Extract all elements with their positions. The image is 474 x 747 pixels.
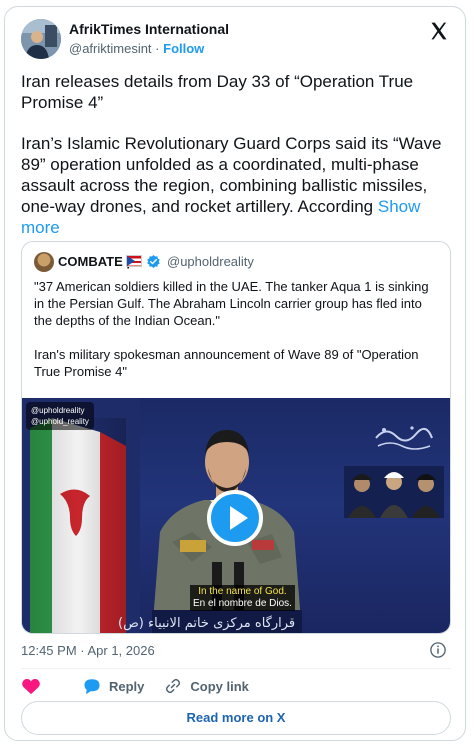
author-avatar[interactable] [21, 19, 61, 59]
follow-button[interactable]: Follow [163, 41, 204, 56]
tweet-card: AfrikTimes International @afriktimesint … [4, 6, 466, 741]
info-icon[interactable] [429, 641, 447, 659]
play-icon[interactable] [207, 490, 263, 546]
quoted-author-name[interactable]: COMBATE | [58, 254, 130, 269]
quoted-handle[interactable]: @upholdreality [167, 254, 254, 269]
tweet-text: Iran releases details from Day 33 of “Op… [21, 71, 451, 258]
tweet-paragraph: Iran’s Islamic Revolutionary Guard Corps… [21, 134, 442, 237]
video-thumbnail[interactable]: @upholdreality @uphold_reality قرارگاه م… [22, 398, 450, 633]
quoted-text: "37 American soldiers killed in the UAE.… [34, 278, 442, 397]
quoted-paragraph: "37 American soldiers killed in the UAE.… [34, 279, 429, 328]
separator: · [155, 41, 160, 56]
heart-icon [22, 678, 40, 695]
watermark-x: @upholdreality [31, 406, 85, 415]
reply-label: Reply [109, 678, 145, 694]
link-icon [166, 678, 181, 694]
reply-bubble-icon [84, 679, 100, 695]
calligraphy-emblem-image [375, 426, 433, 450]
x-logo-icon[interactable] [429, 21, 449, 41]
copy-link-label: Copy link [190, 678, 249, 694]
reply-button[interactable]: Reply [83, 677, 144, 695]
author-handle[interactable]: @afriktimesint [69, 41, 152, 56]
timestamp[interactable]: 12:45 PM · Apr 1, 2026 [21, 643, 155, 658]
author-handle-line: @afriktimesint · Follow [69, 41, 204, 56]
action-bar: Reply Copy link [21, 676, 269, 696]
puerto-rico-flag-icon [126, 255, 142, 267]
author-name[interactable]: AfrikTimes International [69, 21, 229, 37]
copy-link-button[interactable]: Copy link [164, 677, 249, 695]
subtitle-english: In the name of God. [198, 586, 287, 597]
video-subtitle: In the name of God. En el nombre de Dios… [190, 585, 295, 611]
subtitle-spanish: En el nombre de Dios. [193, 598, 292, 609]
watermark-telegram: @uphold_reality [31, 417, 89, 426]
leaders-portraits-image [344, 466, 444, 518]
read-more-button[interactable]: Read more on X [21, 701, 451, 735]
tweet-paragraph: Iran releases details from Day 33 of “Op… [21, 72, 414, 112]
quoted-avatar[interactable] [34, 252, 54, 272]
quoted-paragraph: Iran's military spokesman announcement o… [34, 347, 419, 379]
like-button[interactable] [21, 677, 49, 695]
media-watermark: @upholdreality @uphold_reality [26, 402, 94, 430]
divider [21, 668, 451, 669]
iran-flag-image [22, 398, 140, 633]
podium-text: قرارگاه مرکزی خاتم الانبیاء (ص) [118, 616, 296, 631]
verified-badge-icon [147, 254, 160, 269]
quoted-tweet[interactable]: COMBATE | @upholdreality "37 American so… [21, 241, 451, 634]
